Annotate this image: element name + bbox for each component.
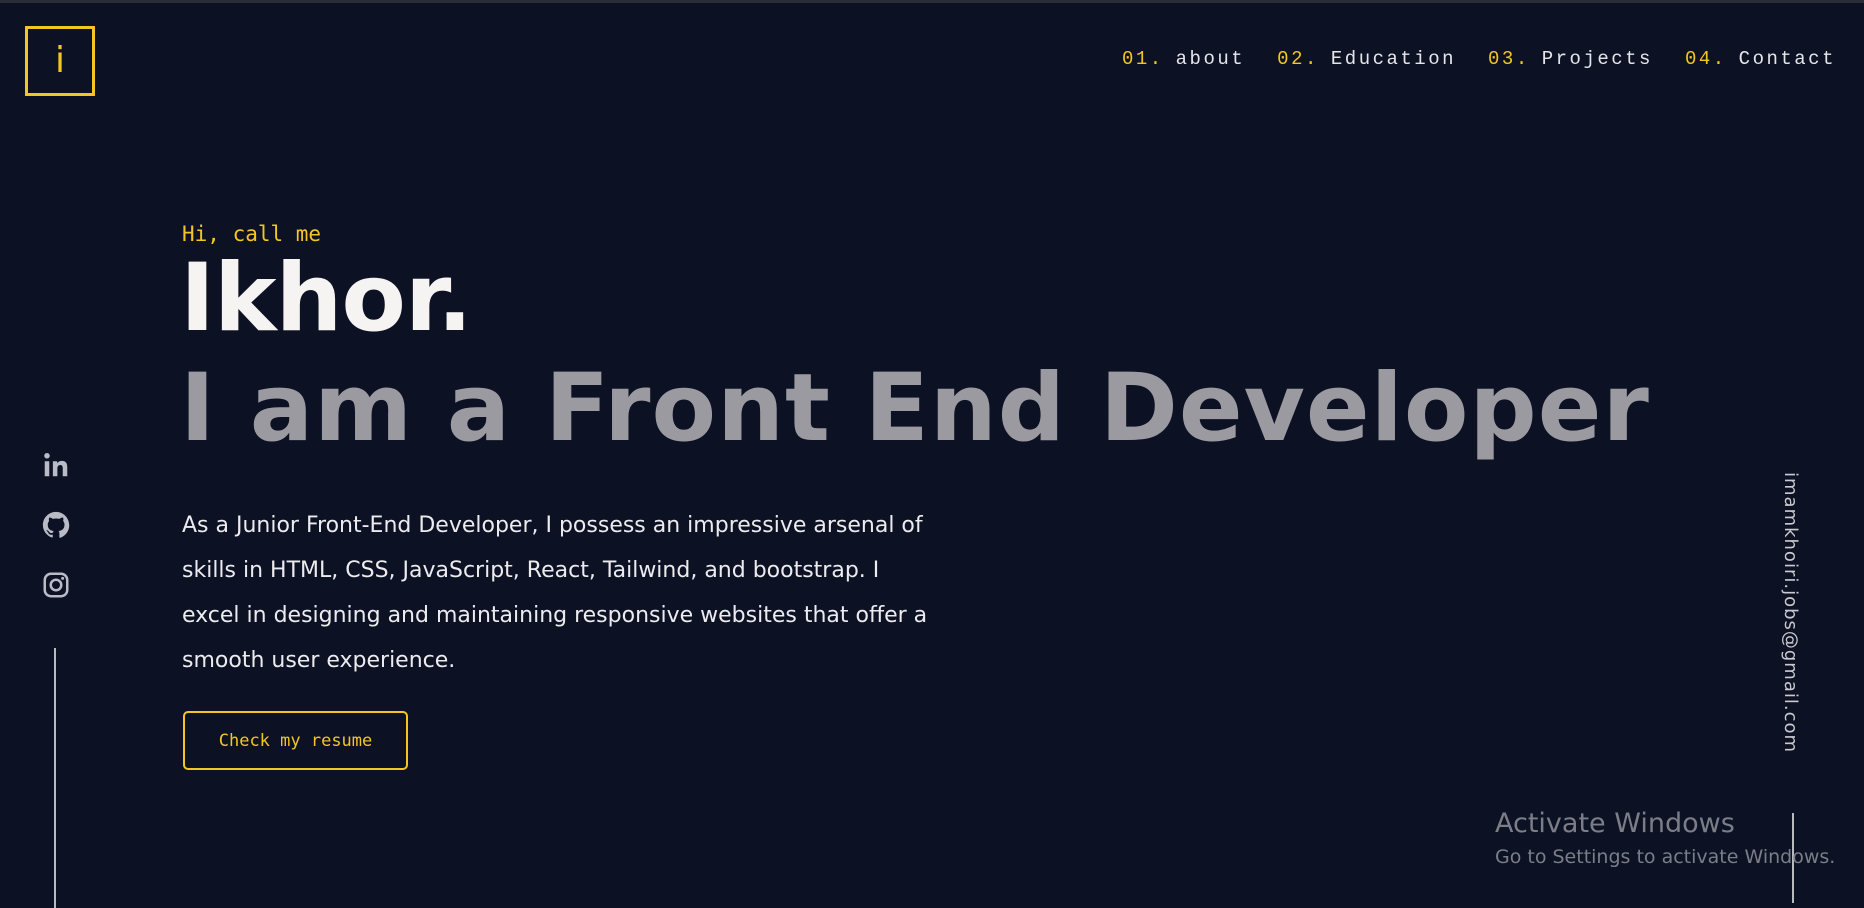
hero-description: As a Junior Front-End Developer, I posse… [182,513,928,673]
hero-name: Ikhor. [180,244,473,353]
github-icon[interactable] [41,510,71,540]
hero-headline: I am a Front End Developer [180,354,1650,463]
nav-number: 03. [1488,48,1530,70]
social-links [38,450,74,600]
nav-label: Projects [1541,48,1653,70]
check-resume-button[interactable]: Check my resume [183,711,408,770]
nav-item-education[interactable]: 02. Education [1277,48,1456,70]
nav-item-contact[interactable]: 04. Contact [1685,48,1836,70]
instagram-icon[interactable] [41,570,71,600]
nav-item-about[interactable]: 01. about [1122,48,1245,70]
hero-greeting: Hi, call me [182,222,322,246]
email-link[interactable]: imamkhoiri.jobs@gmail.com [1780,472,1801,753]
nav-number: 04. [1684,48,1727,70]
site-logo[interactable]: i [25,26,95,96]
main-nav: 01. about 02. Education 03. Projects 04.… [1122,48,1836,70]
nav-label: Education [1330,48,1457,70]
watermark-title: Activate Windows [1495,808,1735,839]
nav-number: 01. [1121,48,1164,70]
nav-number: 02. [1277,48,1319,70]
watermark-subtitle: Go to Settings to activate Windows. [1495,846,1836,868]
windows-activation-watermark: Activate Windows Go to Settings to activ… [1495,806,1835,872]
nav-label: Contact [1738,48,1836,70]
nav-item-projects[interactable]: 03. Projects [1488,48,1653,70]
linkedin-icon[interactable] [41,450,71,480]
nav-label: about [1175,48,1246,70]
logo-letter: i [54,40,65,81]
top-border [0,0,1864,3]
social-divider-line [54,648,56,908]
